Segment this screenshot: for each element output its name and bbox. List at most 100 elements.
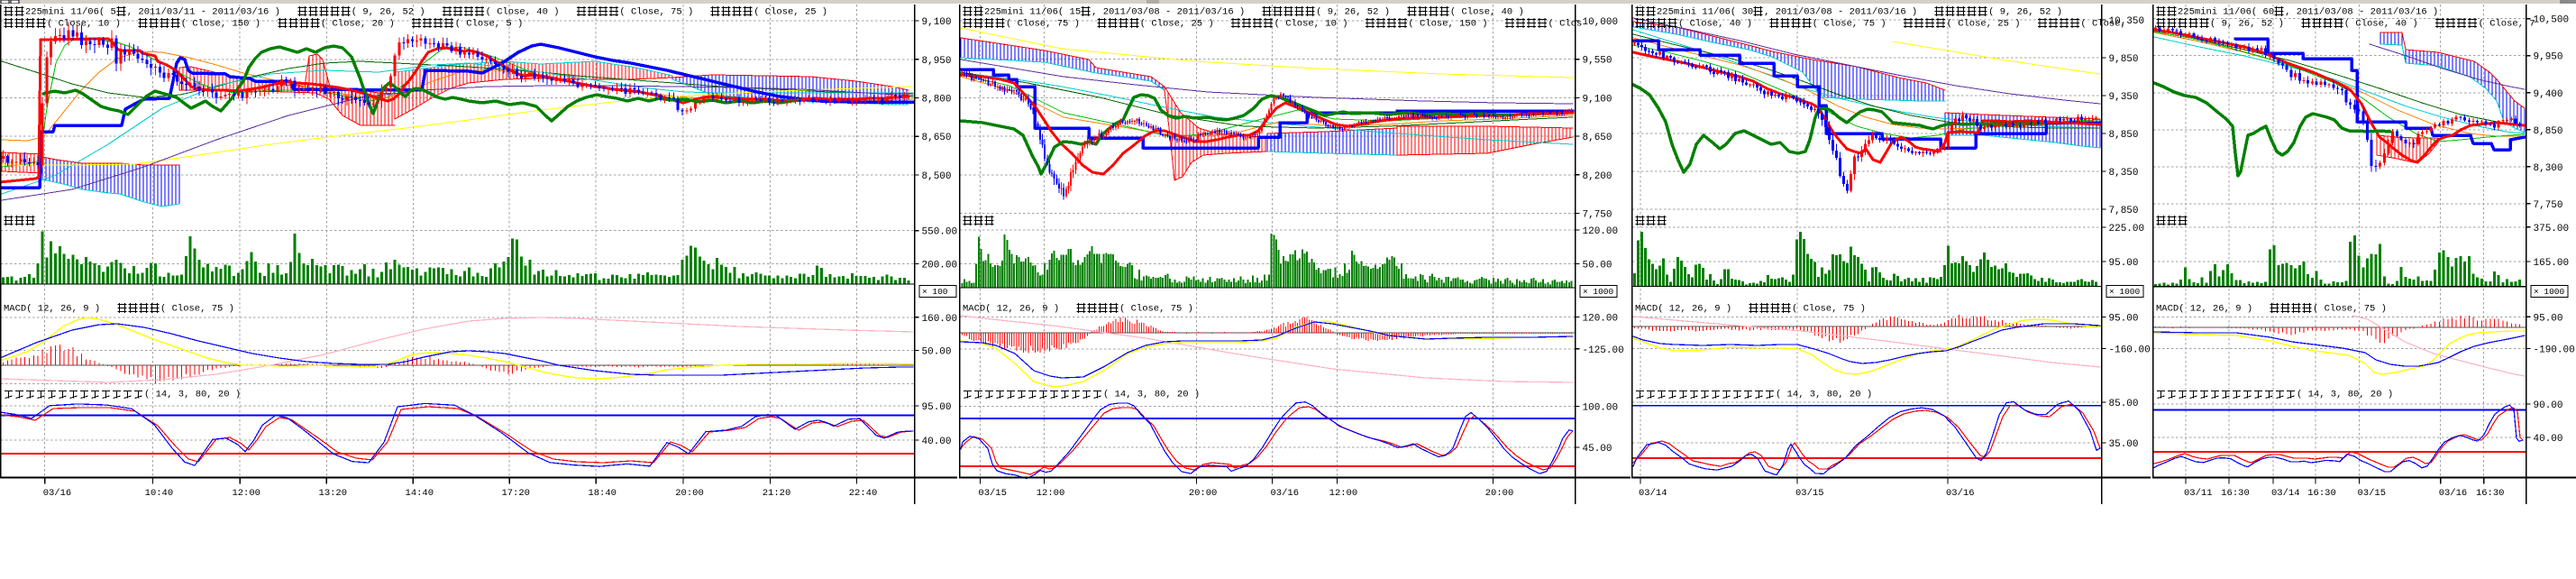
svg-text:, 2011/03/08 - 2011/03/16 ): , 2011/03/08 - 2011/03/16 ) [1092,7,1245,18]
svg-text:( Close, 20 ): ( Close, 20 ) [321,19,395,30]
svg-text:( Close, 40 ): ( Close, 40 ) [1678,19,1752,30]
svg-text:8,200: 8,200 [1583,171,1612,182]
svg-text:18:40: 18:40 [588,488,617,499]
svg-text:7,850: 7,850 [2109,206,2139,216]
svg-text:MACD( 12, 26, 9 ): MACD( 12, 26, 9 ) [4,304,100,315]
svg-text:( Close, 10 ): ( Close, 10 ) [47,19,121,30]
svg-text:8,350: 8,350 [2109,168,2139,179]
svg-text:45.00: 45.00 [1583,444,1612,455]
svg-text:9,350: 9,350 [2109,92,2139,103]
svg-text:× 1000: × 1000 [1583,287,1614,297]
svg-text:8,950: 8,950 [922,56,952,67]
svg-text:160.00: 160.00 [922,314,958,325]
svg-text:( Close, 40 ): ( Close, 40 ) [2344,19,2418,30]
svg-text:10:40: 10:40 [145,488,174,499]
svg-text:8,800: 8,800 [922,95,952,106]
svg-text:10,000: 10,000 [1583,17,1619,28]
svg-text:50.00: 50.00 [922,347,952,358]
svg-text:( 14, 3, 80, 20 ): ( 14, 3, 80, 20 ) [1103,390,1200,400]
svg-text:( Close, 75 ): ( Close, 75 ) [1119,304,1193,315]
svg-text:( Close, 25 ): ( Close, 25 ) [754,7,827,18]
svg-text:( Close, 25 ): ( Close, 25 ) [1947,19,2021,30]
svg-text:-125.00: -125.00 [1583,345,1624,356]
svg-text:( Close, 75 ): ( Close, 75 ) [619,7,693,18]
svg-text:16:30: 16:30 [2307,488,2336,499]
svg-text:( 14, 3, 80, 20 ): ( 14, 3, 80, 20 ) [1776,390,1872,400]
svg-text:95.00: 95.00 [2109,258,2139,269]
svg-text:8,650: 8,650 [922,133,952,143]
svg-text:16:30: 16:30 [2476,488,2505,499]
svg-text:85.00: 85.00 [2109,399,2139,409]
svg-text:225mini 11/06( 30: 225mini 11/06( 30 [1657,7,1753,18]
svg-text:× 100: × 100 [922,287,948,297]
svg-text:-190.00: -190.00 [2534,345,2575,355]
svg-text:120.00: 120.00 [1583,226,1619,237]
svg-text:( Close, 10 ): ( Close, 10 ) [1274,19,1348,30]
svg-text:100.00: 100.00 [1583,403,1619,414]
svg-text:22:40: 22:40 [849,488,878,499]
svg-text:( Close, 75 ): ( Close, 75 ) [1006,19,1080,30]
svg-text:40.00: 40.00 [922,437,952,447]
svg-text:225mini 11/06( 15: 225mini 11/06( 15 [984,7,1081,18]
svg-text:( 9, 26, 52 ): ( 9, 26, 52 ) [1988,7,2062,18]
svg-text:( Close, 7: ( Close, 7 [2479,19,2535,30]
svg-text:120.00: 120.00 [1583,314,1619,325]
svg-text:, 2011/03/08 - 2011/03/16 ): , 2011/03/08 - 2011/03/16 ) [2285,7,2438,18]
svg-text:9,400: 9,400 [2534,89,2563,100]
svg-text:8,500: 8,500 [922,171,952,182]
svg-text:13:20: 13:20 [319,488,348,499]
svg-text:50.00: 50.00 [1583,261,1612,271]
svg-text:, 2011/03/11 - 2011/03/16 ): , 2011/03/11 - 2011/03/16 ) [127,7,280,18]
svg-text:03/15: 03/15 [1795,488,1824,499]
svg-text:8,850: 8,850 [2109,130,2139,141]
svg-text:( Close, 75 ): ( Close, 75 ) [2313,304,2387,315]
svg-text:03/11: 03/11 [2184,488,2213,499]
svg-text:( 14, 3, 80, 20 ): ( 14, 3, 80, 20 ) [2297,390,2393,400]
svg-text:9,950: 9,950 [2534,52,2563,63]
svg-text:12:00: 12:00 [1037,488,1065,499]
svg-text:35.00: 35.00 [2109,439,2139,450]
svg-text:225.00: 225.00 [2109,224,2145,234]
svg-text:03/14: 03/14 [2271,488,2300,499]
svg-text:MACD( 12, 26, 9 ): MACD( 12, 26, 9 ) [963,304,1059,315]
svg-text:03/15: 03/15 [978,488,1007,499]
svg-text:( Close, 75 ): ( Close, 75 ) [160,304,234,315]
svg-text:MACD( 12, 26, 9 ): MACD( 12, 26, 9 ) [1635,304,1731,315]
svg-text:550.00: 550.00 [922,227,958,238]
svg-text:225mini 11/06( 60: 225mini 11/06( 60 [2178,7,2274,18]
svg-text:12:00: 12:00 [1329,488,1358,499]
svg-text:( Close, 75 ): ( Close, 75 ) [1792,304,1866,315]
svg-text:8,850: 8,850 [2534,126,2563,137]
svg-text:12:00: 12:00 [232,488,260,499]
svg-text:95.00: 95.00 [922,402,952,413]
svg-text:03/14: 03/14 [1639,488,1667,499]
svg-text:( Close, 75 ): ( Close, 75 ) [1813,19,1886,30]
svg-text:8,650: 8,650 [1583,133,1612,143]
svg-text:( Close, 5 ): ( Close, 5 ) [455,19,524,30]
svg-text:( Close, 150 ): ( Close, 150 ) [1408,19,1487,30]
svg-text:21:20: 21:20 [763,488,791,499]
svg-text:9,100: 9,100 [1583,94,1612,105]
svg-text:16:30: 16:30 [2221,488,2250,499]
svg-text:( Close, 150 ): ( Close, 150 ) [181,19,260,30]
svg-text:9,550: 9,550 [1583,56,1612,67]
svg-text:( Clos: ( Clos [1548,19,1583,30]
svg-text:( 9, 26, 52 ): ( 9, 26, 52 ) [2210,19,2284,30]
svg-text:7,750: 7,750 [2534,200,2563,211]
svg-text:200.00: 200.00 [922,260,958,271]
svg-text:( Close, 40 ): ( Close, 40 ) [486,7,560,18]
svg-text:9,850: 9,850 [2109,54,2139,65]
svg-text:17:20: 17:20 [501,488,530,499]
svg-text:03/16: 03/16 [43,488,72,499]
svg-text:90.00: 90.00 [2534,400,2563,411]
svg-text:95.00: 95.00 [2534,313,2563,324]
svg-text:14:40: 14:40 [406,488,434,499]
svg-text:95.00: 95.00 [2109,314,2139,325]
svg-text:375.00: 375.00 [2534,224,2570,234]
svg-text:7,750: 7,750 [1583,210,1612,221]
svg-text:165.00: 165.00 [2534,258,2570,269]
svg-text:20:00: 20:00 [1189,488,1218,499]
svg-text:9,100: 9,100 [922,17,952,28]
svg-text:( 9, 26, 52 ): ( 9, 26, 52 ) [352,7,425,18]
svg-text:, 2011/03/08 - 2011/03/16 ): , 2011/03/08 - 2011/03/16 ) [1764,7,1917,18]
